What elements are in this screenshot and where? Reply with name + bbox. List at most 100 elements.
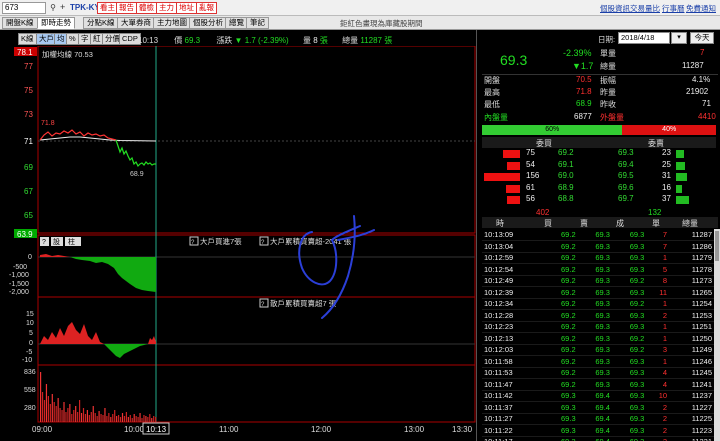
tick-cell: 69.2 — [561, 299, 576, 309]
p2-axis-1000: -1,000 — [9, 272, 29, 279]
toolbar-button-6[interactable]: 亂報 — [196, 2, 217, 14]
prev-close-label: 昨收 — [600, 100, 616, 109]
tick-cell: 2 — [646, 436, 669, 441]
tick-table-header: 時 買 賣 成 單 總量 — [482, 217, 718, 228]
tick-cell: 11249 — [691, 345, 712, 355]
p3-axis-neg10: -10 — [22, 357, 32, 364]
toolbar-button-1[interactable]: 看主 — [97, 2, 118, 14]
p3-axis-5: 5 — [29, 330, 33, 337]
volume-bar — [49, 404, 51, 422]
intraday-chart-svg[interactable]: 78.1 78.1 77 75 73 71 69 67 65 63.9 加權均線… — [0, 46, 477, 441]
tab-analysis[interactable]: 個股分析 — [189, 17, 227, 29]
volume-bar — [61, 410, 63, 422]
toolbar-button-2[interactable]: 報告 — [116, 2, 137, 14]
tick-cell: 10:12:03 — [484, 345, 514, 355]
tick-cell: 5 — [662, 264, 668, 274]
tick-cell: 69.4 — [578, 436, 612, 441]
tick-row: 10:11:42 69.3 69.4 69.3 10 11237 — [482, 390, 714, 402]
chart-kline-button[interactable]: K線 — [18, 33, 37, 45]
volume-bar — [116, 416, 118, 422]
search-icon[interactable]: ⚲ — [47, 2, 59, 14]
tick-cell: 69.3 — [629, 425, 645, 435]
tick-cell: 69.3 — [595, 253, 610, 263]
volume-bar — [143, 415, 145, 422]
volume-bar — [129, 415, 131, 422]
tab-kline[interactable]: 開盤K線 — [2, 17, 38, 29]
tick-cell: 1 — [662, 299, 668, 309]
tick-cell: 69.4 — [595, 391, 610, 401]
stock-name: TPK-KY — [70, 3, 100, 12]
tab-main-force[interactable]: 主力地圖 — [153, 17, 191, 29]
tab-overview[interactable]: 總覽 — [225, 17, 248, 29]
amplitude-label: 振幅 — [600, 76, 616, 85]
outer-ratio-label: 40% — [622, 125, 716, 135]
today-button[interactable]: 今天 — [690, 32, 714, 44]
tick-scrollbar-thumb[interactable] — [715, 231, 719, 261]
quote-price: 69.3 — [500, 52, 528, 68]
tick-col-time: 時 — [496, 219, 504, 228]
tick-cell: 69.3 — [629, 368, 645, 378]
volume-bar — [47, 396, 49, 422]
toolbar-button-3[interactable]: 體檢 — [136, 2, 157, 14]
bid-qty: 56 — [526, 194, 535, 203]
tick-cell: 2 — [662, 402, 668, 412]
tick-cell: 10:11:22 — [484, 425, 513, 435]
tick-row: 10:11:37 69.3 69.4 69.3 2 11227 — [482, 402, 714, 413]
retail-panel-border — [37, 296, 476, 366]
link-volume-ratio[interactable]: 交易量比 — [630, 3, 660, 14]
tick-cell: 11 — [659, 287, 668, 297]
tick-row: 10:11:53 69.2 69.3 69.3 4 11245 — [482, 367, 714, 379]
link-notify[interactable]: 免費通知 — [686, 3, 716, 14]
date-picker[interactable]: 2018/4/18 — [618, 32, 670, 44]
add-icon[interactable]: + — [60, 2, 68, 14]
tick-cell: 10:11:58 — [484, 356, 513, 366]
tab-branch-kline[interactable]: 分點K線 — [83, 17, 119, 29]
tick-scrollbar[interactable] — [714, 229, 720, 441]
ask-qty-bar — [676, 173, 687, 181]
tick-cell: 69.2 — [629, 345, 645, 355]
tick-cell: 11279 — [691, 253, 712, 263]
link-stock-info[interactable]: 個股資訊 — [600, 3, 630, 14]
price-axis-77: 77 — [24, 62, 33, 71]
price-line-down — [115, 139, 156, 168]
tick-col-bid: 買 — [544, 219, 552, 228]
toolbar-button-5[interactable]: 地址 — [176, 2, 197, 14]
tick-cell: 10:11:47 — [484, 379, 513, 389]
tick-cell: 1 — [662, 356, 668, 366]
total-vol-label: 總量 — [600, 62, 616, 71]
tick-cell: 69.3 — [561, 391, 576, 401]
tab-notes[interactable]: 筆記 — [246, 17, 269, 29]
tab-big-orders[interactable]: 大單券商 — [117, 17, 155, 29]
tick-cell: 69.3 — [629, 310, 645, 320]
p2-axis-500: -500 — [13, 264, 27, 271]
tick-cell: 10:12:28 — [484, 310, 514, 320]
link-calendar[interactable]: 行事曆 — [662, 3, 685, 14]
volume-bar — [63, 402, 65, 422]
tick-col-ask: 賣 — [580, 219, 588, 228]
price-axis-65: 65 — [24, 211, 33, 220]
tick-cell: 69.2 — [561, 253, 576, 263]
volume-bar — [112, 414, 114, 422]
tick-row: 10:12:28 69.2 69.3 69.3 2 11253 — [482, 310, 714, 321]
bid-qty: 54 — [526, 159, 535, 169]
chart-pct-button[interactable]: % — [66, 33, 79, 45]
tick-cell: 69.3 — [629, 391, 645, 401]
volume-bar — [73, 410, 75, 422]
volume-bar — [149, 414, 151, 422]
marquee-text: 鉅紅色畫現為庫藏股期間 — [340, 19, 423, 28]
tick-cell: 10:12:59 — [484, 253, 514, 263]
tick-table-wrap[interactable]: 10:13:09 69.2 69.3 69.3 7 11287 10:13:04 69.2 69… — [482, 229, 714, 441]
volume-bar — [57, 398, 59, 422]
tick-cell: 69.3 — [629, 402, 645, 412]
tick-cell: 69.3 — [595, 310, 610, 320]
toolbar-button-4[interactable]: 主力 — [156, 2, 177, 14]
stock-code-input[interactable]: 673 — [2, 2, 46, 14]
volume-bar — [145, 416, 147, 422]
tick-cell: 11245 — [691, 368, 712, 378]
info-price-label: 價 — [174, 36, 183, 45]
tick-cell: 10:13:04 — [484, 241, 514, 251]
tab-realtime[interactable]: 即時走勢 — [37, 17, 75, 29]
date-dropdown-icon[interactable]: ▾ — [671, 32, 687, 44]
tick-cell: 69.3 — [595, 356, 610, 366]
ask-qty-bar — [676, 150, 684, 158]
